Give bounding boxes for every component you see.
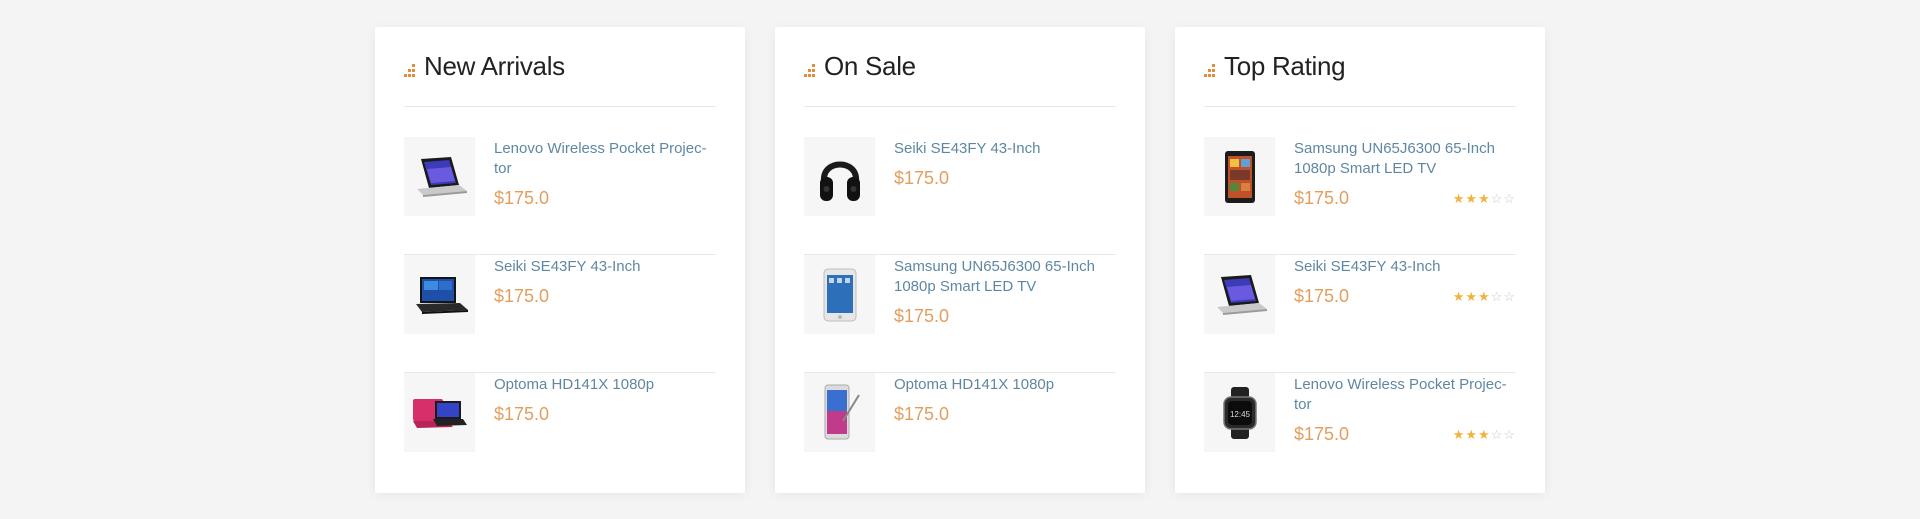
star-filled-icon: ★ xyxy=(1478,427,1491,442)
product-price: $175.0 xyxy=(1294,188,1350,208)
product-name-link[interactable]: Optoma HD141X 1080p xyxy=(494,375,716,395)
signal-bars-icon xyxy=(404,64,418,78)
star-filled-icon: ★ xyxy=(1452,289,1466,304)
product-item[interactable]: Seiki SE43FY 43-Inch $175.0 ★★★☆☆ xyxy=(1204,255,1516,373)
star-filled-icon: ★ xyxy=(1452,427,1466,442)
product-price: $175.0 xyxy=(494,188,550,208)
product-price: $175.0 xyxy=(894,404,950,424)
star-filled-icon: ★ xyxy=(1478,289,1491,304)
product-name-link[interactable]: Seiki SE43FY 43-Inch xyxy=(894,139,1116,159)
signal-bars-icon xyxy=(804,64,818,78)
product-name-link[interactable]: Samsung UN65J6300 65-Inch 1080p Smart LE… xyxy=(1294,139,1516,179)
product-item[interactable]: Lenovo Wireless Pocket Projec- tor $175.… xyxy=(404,137,716,255)
star-rating: ★★★☆☆ xyxy=(1453,191,1516,207)
product-price: $175.0 xyxy=(1294,286,1350,306)
product-name-link[interactable]: Seiki SE43FY 43-Inch xyxy=(1294,257,1516,277)
star-filled-icon: ★ xyxy=(1452,191,1466,206)
card-title: Top Rating xyxy=(1224,51,1346,81)
laptop-image[interactable] xyxy=(404,255,475,334)
star-empty-icon: ☆ xyxy=(1490,191,1504,206)
product-name-link[interactable]: Optoma HD141X 1080p xyxy=(894,375,1116,395)
product-price: $175.0 xyxy=(494,404,550,424)
product-item[interactable]: Seiki SE43FY 43-Inch $175.0 xyxy=(804,137,1116,255)
star-empty-icon: ☆ xyxy=(1490,289,1504,304)
product-price: $175.0 xyxy=(494,286,550,306)
product-item[interactable]: Samsung UN65J6300 65-Inch 1080p Smart LE… xyxy=(804,255,1116,373)
product-item[interactable]: Optoma HD141X 1080p $175.0 xyxy=(404,373,716,491)
card-header: On Sale xyxy=(804,27,1116,107)
product-item[interactable]: Seiki SE43FY 43-Inch $175.0 xyxy=(404,255,716,373)
product-price: $175.0 xyxy=(894,168,950,188)
headphones-image[interactable] xyxy=(804,137,875,216)
star-rating: ★★★☆☆ xyxy=(1453,427,1516,443)
star-filled-icon: ★ xyxy=(1465,289,1479,304)
card-header: New Arrivals xyxy=(404,27,716,107)
star-filled-icon: ★ xyxy=(1465,191,1479,206)
star-empty-icon: ☆ xyxy=(1503,289,1516,304)
product-card-top-rating: Top Rating Samsung UN65J6300 65-Inch 108… xyxy=(1175,27,1545,493)
star-empty-icon: ☆ xyxy=(1490,427,1504,442)
pink-laptop-image[interactable] xyxy=(404,373,475,452)
product-name-link[interactable]: Lenovo Wireless Pocket Projec- tor xyxy=(1294,375,1516,415)
product-name-link[interactable]: Lenovo Wireless Pocket Projec- tor xyxy=(494,139,716,179)
product-card-new-arrivals: New Arrivals Lenovo Wireless Pocket Proj… xyxy=(375,27,745,493)
product-item[interactable]: 12:45 Lenovo Wireless Pocket Projec- tor… xyxy=(1204,373,1516,491)
tablet-white-image[interactable] xyxy=(804,255,875,334)
card-title: New Arrivals xyxy=(424,51,565,81)
card-title: On Sale xyxy=(824,51,916,81)
product-name-link[interactable]: Seiki SE43FY 43-Inch xyxy=(494,257,716,277)
product-price: $175.0 xyxy=(894,306,950,326)
star-empty-icon: ☆ xyxy=(1503,191,1516,206)
card-header: Top Rating xyxy=(1204,27,1516,107)
product-item[interactable]: Samsung UN65J6300 65-Inch 1080p Smart LE… xyxy=(1204,137,1516,255)
phone-with-stylus-image[interactable] xyxy=(804,373,875,452)
product-item[interactable]: Optoma HD141X 1080p $175.0 xyxy=(804,373,1116,491)
star-empty-icon: ☆ xyxy=(1503,427,1516,442)
product-name-link[interactable]: Samsung UN65J6300 65-Inch 1080p Smart LE… xyxy=(894,257,1116,297)
star-filled-icon: ★ xyxy=(1465,427,1479,442)
signal-bars-icon xyxy=(1204,64,1218,78)
star-rating: ★★★☆☆ xyxy=(1453,289,1516,305)
product-card-on-sale: On Sale Seiki SE43FY 43-Inch $175.0 Sams… xyxy=(775,27,1145,493)
svg-text:12:45: 12:45 xyxy=(1229,410,1250,419)
smartwatch-image[interactable]: 12:45 xyxy=(1204,373,1275,452)
convertible-laptop-image[interactable] xyxy=(1204,255,1275,334)
convertible-laptop-image[interactable] xyxy=(404,137,475,216)
tablet-dark-image[interactable] xyxy=(1204,137,1275,216)
product-price: $175.0 xyxy=(1294,424,1350,444)
star-filled-icon: ★ xyxy=(1478,191,1491,206)
